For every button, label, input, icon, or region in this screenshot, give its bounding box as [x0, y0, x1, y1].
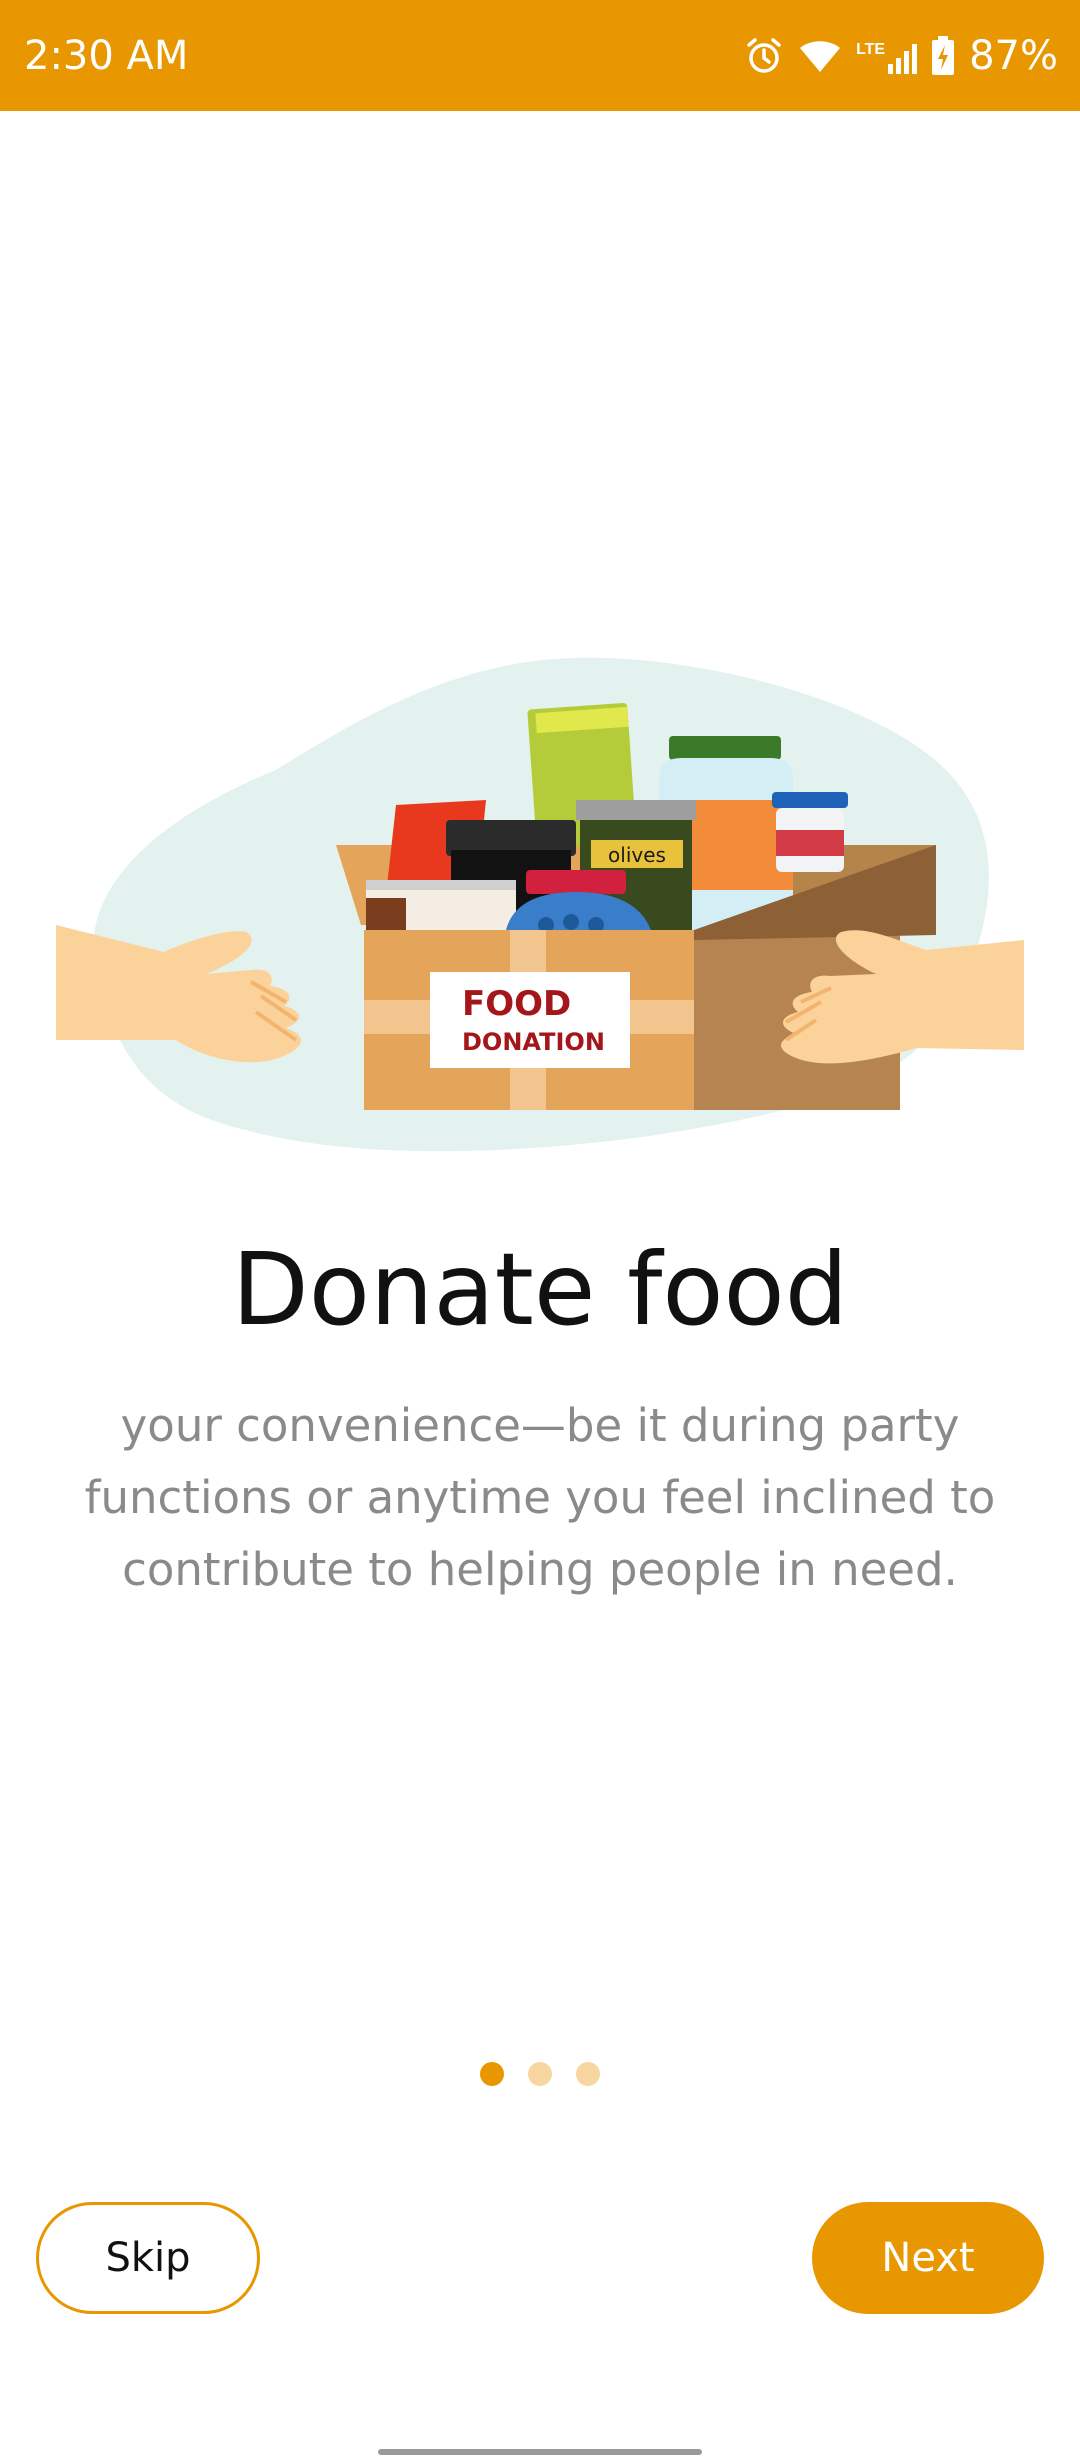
page-dot-1[interactable] [480, 2062, 504, 2086]
box-label-donation: DONATION [462, 1028, 605, 1056]
page-dot-2[interactable] [528, 2062, 552, 2086]
wifi-icon [798, 38, 842, 74]
next-button[interactable]: Next [812, 2202, 1044, 2314]
onboarding-title: Donate food [231, 1231, 849, 1348]
illustration-svg: olives FOOD DONATION [56, 657, 1024, 1152]
box-label-food: FOOD [462, 984, 571, 1024]
status-time: 2:30 AM [24, 33, 189, 79]
status-icons: LTE 87% [744, 30, 1058, 82]
lte-signal-icon: LTE [856, 38, 918, 74]
gesture-nav-bar[interactable] [378, 2449, 702, 2455]
onboarding-description: your convenience—be it during party func… [84, 1399, 996, 1596]
skip-button[interactable]: Skip [36, 2202, 260, 2314]
onboarding-screen: 2:30 AM LTE 87% olives FOOD DONATION Don… [0, 0, 1080, 2460]
jar-label-olives: olives [608, 843, 666, 867]
food-donation-illustration: olives FOOD DONATION [56, 640, 1024, 1160]
alarm-icon [744, 36, 784, 76]
status-bar: 2:30 AM LTE 87% [0, 0, 1080, 111]
battery-charging-icon [931, 36, 955, 76]
lte-label: LTE [856, 41, 886, 58]
page-indicator [0, 2062, 1080, 2086]
battery-percent: 87% [969, 33, 1058, 79]
page-dot-3[interactable] [576, 2062, 600, 2086]
